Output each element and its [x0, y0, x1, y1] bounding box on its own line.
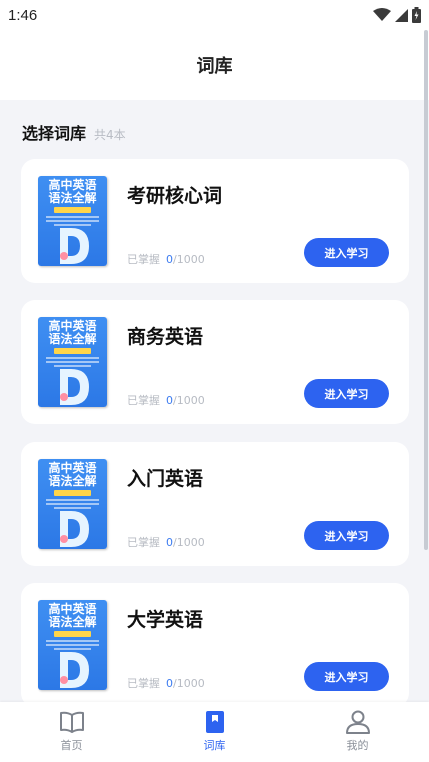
scrollbar[interactable] — [424, 30, 428, 550]
learned-count: 0 — [166, 253, 173, 266]
learned-count: 0 — [166, 677, 173, 690]
progress-label: 已掌握 — [127, 394, 160, 407]
cover-title-line2: 语法全解 — [48, 191, 97, 205]
start-study-button[interactable]: 进入学习 — [304, 379, 389, 408]
progress-label: 已掌握 — [127, 536, 160, 549]
section-title: 选择词库 — [22, 124, 87, 143]
bookmark-icon — [205, 711, 224, 733]
book-title: 大学英语 — [127, 609, 204, 631]
learned-count: 0 — [166, 394, 173, 407]
book-open-icon — [59, 711, 84, 733]
status-time: 1:46 — [8, 6, 38, 24]
bottom-tab-bar: 首页 词库 我的 — [0, 702, 429, 762]
tab-vocabulary[interactable]: 词库 — [143, 702, 286, 762]
cover-tag — [54, 490, 91, 496]
signal-icon — [395, 8, 408, 22]
tab-label: 词库 — [203, 739, 226, 752]
book-card[interactable]: 高中英语 语法全解 入门英语 已掌握 0/1000 进入学习 — [21, 442, 409, 566]
book-cover: 高中英语 语法全解 — [38, 317, 107, 407]
battery-icon — [412, 7, 421, 23]
cover-letter-d-icon — [60, 652, 89, 688]
progress-text: 已掌握 0/1000 — [127, 675, 205, 691]
book-title: 入门英语 — [127, 468, 204, 490]
status-bar: 1:46 — [0, 0, 429, 30]
start-study-button[interactable]: 进入学习 — [304, 238, 389, 267]
book-count: 共4本 — [94, 128, 126, 142]
total-count: /1000 — [173, 394, 205, 407]
status-icons — [373, 7, 421, 23]
book-cover: 高中英语 语法全解 — [38, 459, 107, 549]
total-count: /1000 — [173, 677, 205, 690]
start-study-button[interactable]: 进入学习 — [304, 521, 389, 550]
total-count: /1000 — [173, 536, 205, 549]
learned-count: 0 — [166, 536, 173, 549]
section-header: 选择词库 共4本 — [22, 120, 126, 144]
progress-text: 已掌握 0/1000 — [127, 534, 205, 550]
book-cover: 高中英语 语法全解 — [38, 176, 107, 266]
page-title: 词库 — [196, 56, 233, 77]
cover-letter-d-icon — [60, 511, 89, 547]
tab-profile[interactable]: 我的 — [286, 702, 429, 762]
cover-title-line2: 语法全解 — [48, 474, 97, 488]
cover-tag — [54, 348, 91, 354]
page-header: 词库 — [0, 30, 429, 100]
start-study-button[interactable]: 进入学习 — [304, 662, 389, 691]
user-icon — [345, 710, 370, 734]
book-card[interactable]: 高中英语 语法全解 考研核心词 已掌握 0/1000 进入学习 — [21, 159, 409, 283]
book-title: 考研核心词 — [127, 185, 223, 207]
wifi-icon — [373, 8, 391, 21]
cover-title-line2: 语法全解 — [48, 615, 97, 629]
tab-label: 首页 — [60, 739, 83, 752]
progress-label: 已掌握 — [127, 253, 160, 266]
total-count: /1000 — [173, 253, 205, 266]
book-cover: 高中英语 语法全解 — [38, 600, 107, 690]
progress-text: 已掌握 0/1000 — [127, 392, 205, 408]
cover-tag — [54, 207, 91, 213]
progress-label: 已掌握 — [127, 677, 160, 690]
tab-label: 我的 — [346, 739, 369, 752]
cover-title-line2: 语法全解 — [48, 332, 97, 346]
cover-letter-d-icon — [60, 369, 89, 405]
cover-letter-d-icon — [60, 228, 89, 264]
progress-text: 已掌握 0/1000 — [127, 251, 205, 267]
book-card[interactable]: 高中英语 语法全解 大学英语 已掌握 0/1000 进入学习 — [21, 583, 409, 707]
book-title: 商务英语 — [127, 326, 204, 348]
cover-tag — [54, 631, 91, 637]
book-card[interactable]: 高中英语 语法全解 商务英语 已掌握 0/1000 进入学习 — [21, 300, 409, 424]
tab-home[interactable]: 首页 — [0, 702, 143, 762]
